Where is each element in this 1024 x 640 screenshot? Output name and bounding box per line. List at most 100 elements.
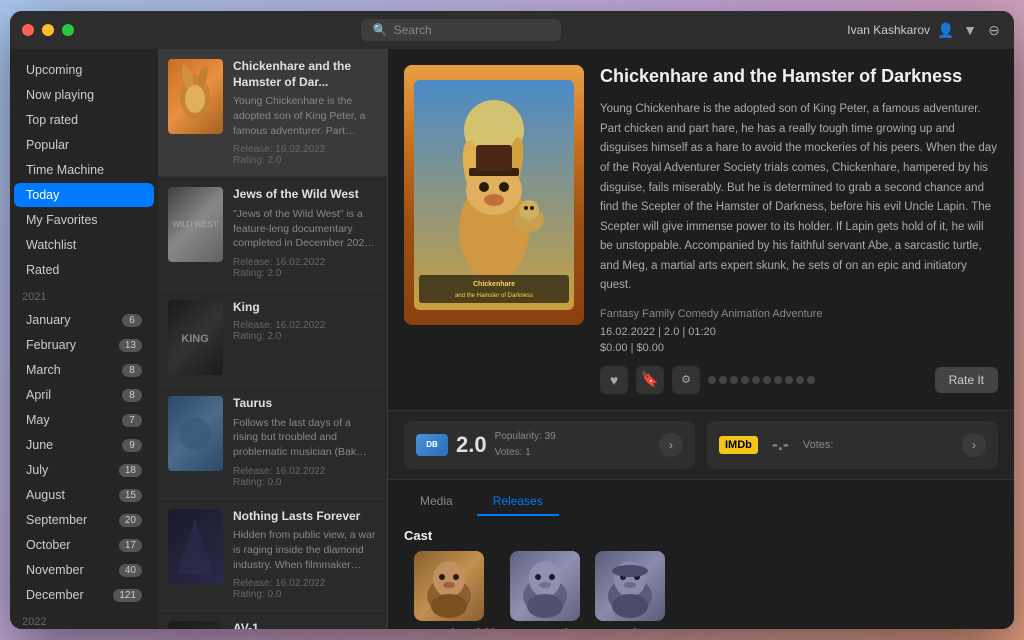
rating-dot[interactable] — [708, 376, 716, 384]
settings-action-button[interactable]: ⚙ — [672, 366, 700, 394]
bookmark-button[interactable]: 🔖 — [636, 366, 664, 394]
sidebar-item-now-playing-label: Now playing — [26, 88, 94, 102]
sidebar-item-today[interactable]: Today — [14, 183, 154, 207]
movie-info: Jews of the Wild West "Jews of the Wild … — [233, 187, 377, 279]
detail-poster: Chickenhare and the Hamster of Darkness — [404, 65, 584, 325]
list-item[interactable]: Chickenhare and the Hamster of Dar... Yo… — [158, 49, 387, 177]
rating-dots — [708, 376, 927, 384]
detail-date-rating: 16.02.2022 | 2.0 | 01:20 — [600, 326, 998, 338]
app-window: 🔍 Search Ivan Kashkarov 👤 ▼ ⊖ Upcoming N… — [10, 11, 1014, 629]
movie-desc: Follows the last days of a rising but tr… — [233, 416, 377, 460]
imdb-score-arrow[interactable]: › — [962, 433, 986, 457]
rate-button[interactable]: Rate It — [935, 367, 998, 393]
movie-release: Release: 16.02.2022 — [233, 466, 377, 477]
maximize-button[interactable] — [62, 24, 74, 36]
sidebar-item-2021-may[interactable]: May 7 — [14, 408, 154, 432]
sidebar-badge-2021-mar: 8 — [122, 364, 142, 377]
filter-icon[interactable]: ▼ — [962, 22, 978, 38]
cast-section-label: Cast — [388, 516, 1014, 551]
heart-icon: ♥ — [610, 372, 618, 388]
rating-dot[interactable] — [796, 376, 804, 384]
rating-dot[interactable] — [719, 376, 727, 384]
user-name: Ivan Kashkarov — [847, 23, 930, 37]
sidebar-item-2021-may-label: May — [26, 413, 50, 427]
sidebar-item-today-label: Today — [26, 188, 59, 202]
sidebar-item-my-favorites[interactable]: My Favorites — [14, 208, 154, 232]
search-bar[interactable]: 🔍 Search — [361, 19, 561, 41]
list-item[interactable]: WILD WEST Jews of the Wild West "Jews of… — [158, 177, 387, 290]
movie-desc: Hidden from public view, a war is raging… — [233, 528, 377, 572]
movie-release: Release: 16.02.2022 — [233, 257, 377, 268]
list-item[interactable]: Taurus Follows the last days of a rising… — [158, 386, 387, 499]
rating-dot[interactable] — [741, 376, 749, 384]
list-item[interactable]: KING King Release: 16.02.2022 Rating: 2.… — [158, 290, 387, 386]
sidebar-badge-2021-apr: 8 — [122, 389, 142, 402]
minimize-button[interactable] — [42, 24, 54, 36]
tab-releases[interactable]: Releases — [477, 488, 559, 516]
sidebar-item-2021-nov[interactable]: November 40 — [14, 558, 154, 582]
movie-release: Release: 16.02.2022 — [233, 320, 377, 331]
sidebar-item-2021-sep[interactable]: September 20 — [14, 508, 154, 532]
rating-dot[interactable] — [752, 376, 760, 384]
like-button[interactable]: ♥ — [600, 366, 628, 394]
cast-avatar — [510, 551, 580, 621]
movie-title: Taurus — [233, 396, 377, 412]
year-2022-label: 2022 — [10, 608, 158, 629]
movie-info: AV-1 Miles Flynn is writing a story abou… — [233, 621, 377, 629]
sidebar-item-2021-dec[interactable]: December 121 — [14, 583, 154, 607]
sidebar-item-2021-dec-label: December — [26, 588, 84, 602]
close-button[interactable] — [22, 24, 34, 36]
sidebar-item-2021-mar[interactable]: March 8 — [14, 358, 154, 382]
sidebar-item-2021-sep-label: September — [26, 513, 87, 527]
sidebar-item-time-machine[interactable]: Time Machine — [14, 158, 154, 182]
sidebar-item-now-playing[interactable]: Now playing — [14, 83, 154, 107]
cast-name: Danny Fehsenfeld — [404, 627, 494, 629]
sidebar-item-2021-aug[interactable]: August 15 — [14, 483, 154, 507]
svg-text:KING: KING — [181, 333, 209, 345]
movie-title: Nothing Lasts Forever — [233, 509, 377, 525]
sidebar-item-2021-feb[interactable]: February 13 — [14, 333, 154, 357]
cast-item[interactable]: Donte Paris Wild Boar (voice) — [506, 551, 582, 629]
settings-icon[interactable]: ⊖ — [986, 22, 1002, 38]
cast-item[interactable]: Joe Ochman Abe (voice) — [595, 551, 665, 629]
sidebar-item-2021-feb-label: February — [26, 338, 76, 352]
movie-thumb: KING — [168, 300, 223, 375]
sidebar-item-2021-mar-label: March — [26, 363, 61, 377]
sidebar-item-2021-oct[interactable]: October 17 — [14, 533, 154, 557]
list-item[interactable]: AV-1 AV-1 Miles Flynn is writing a story… — [158, 611, 387, 629]
rating-dot[interactable] — [774, 376, 782, 384]
sidebar-item-2021-jun[interactable]: June 9 — [14, 433, 154, 457]
sidebar-item-2021-apr[interactable]: April 8 — [14, 383, 154, 407]
sidebar-item-top-rated[interactable]: Top rated — [14, 108, 154, 132]
cast-avatar — [414, 551, 484, 621]
movie-rating: Rating: 0.0 — [233, 477, 377, 488]
detail-genres: Fantasy Family Comedy Animation Adventur… — [600, 308, 998, 320]
sidebar-badge-2021-jun: 9 — [122, 439, 142, 452]
db-score-arrow[interactable]: › — [659, 433, 683, 457]
tab-media[interactable]: Media — [404, 488, 469, 516]
sidebar-item-my-favorites-label: My Favorites — [26, 213, 98, 227]
sidebar-item-upcoming[interactable]: Upcoming — [14, 58, 154, 82]
rating-dot[interactable] — [807, 376, 815, 384]
cast-item[interactable]: Danny Fehsenfeld Lapin (film) — [404, 551, 494, 629]
movie-rating: Rating: 2.0 — [233, 268, 377, 279]
movie-release: Release: 16.02.2022 — [233, 144, 377, 155]
db-score-item: DB 2.0 Popularity: 39 Votes: 1 › — [404, 421, 695, 469]
db-votes: Votes: 1 — [495, 445, 556, 461]
main-content: Upcoming Now playing Top rated Popular T… — [10, 49, 1014, 629]
detail-price: $0.00 | $0.00 — [600, 342, 998, 354]
sidebar-item-2021-jan[interactable]: January 6 — [14, 308, 154, 332]
rating-dot[interactable] — [785, 376, 793, 384]
user-icon[interactable]: 👤 — [938, 22, 954, 38]
sidebar-item-watchlist[interactable]: Watchlist — [14, 233, 154, 257]
detail-header: Chickenhare and the Hamster of Darkness … — [388, 49, 1014, 410]
rating-dot[interactable] — [730, 376, 738, 384]
sidebar-item-rated[interactable]: Rated — [14, 258, 154, 282]
rating-dot[interactable] — [763, 376, 771, 384]
sidebar-item-2021-jul[interactable]: July 18 — [14, 458, 154, 482]
db-score-details: Popularity: 39 Votes: 1 — [495, 429, 556, 461]
movie-rating: Rating: 2.0 — [233, 155, 377, 166]
sidebar-item-popular[interactable]: Popular — [14, 133, 154, 157]
list-item[interactable]: Nothing Lasts Forever Hidden from public… — [158, 499, 387, 612]
movie-rating: Rating: 2.0 — [233, 331, 377, 342]
